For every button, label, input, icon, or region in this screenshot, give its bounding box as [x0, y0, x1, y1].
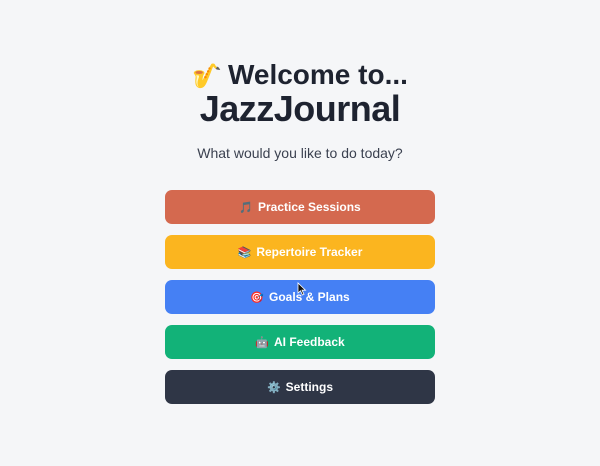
saxophone-icon: 🎷 [192, 63, 222, 90]
books-icon: 📚 [237, 246, 252, 259]
settings-button[interactable]: ⚙️ Settings [165, 370, 435, 404]
settings-label: Settings [285, 380, 334, 394]
mouse-cursor-icon [297, 282, 307, 296]
home-screen: 🎷 Welcome to... JazzJournal What would yo… [0, 0, 600, 466]
repertoire-tracker-button[interactable]: 📚 Repertoire Tracker [165, 235, 435, 269]
practice-sessions-button[interactable]: 🎵 Practice Sessions [165, 190, 435, 224]
ai-feedback-button[interactable]: 🤖 AI Feedback [165, 325, 435, 359]
welcome-text: Welcome to... [227, 59, 408, 90]
ai-feedback-label: AI Feedback [274, 335, 345, 349]
app-title: JazzJournal [199, 88, 401, 129]
repertoire-tracker-label: Repertoire Tracker [256, 245, 363, 259]
robot-icon: 🤖 [255, 336, 269, 349]
gear-icon: ⚙️ [266, 381, 281, 394]
music-note-icon: 🎵 [239, 201, 253, 214]
main-menu: 🎵 Practice Sessions 📚 Repertoire Tracker… [165, 190, 435, 415]
goals-plans-label: Goals & Plans [269, 290, 350, 304]
target-icon: 🎯 [250, 291, 264, 304]
page-subtitle: What would you like to do today? [197, 145, 403, 161]
practice-sessions-label: Practice Sessions [257, 200, 361, 214]
